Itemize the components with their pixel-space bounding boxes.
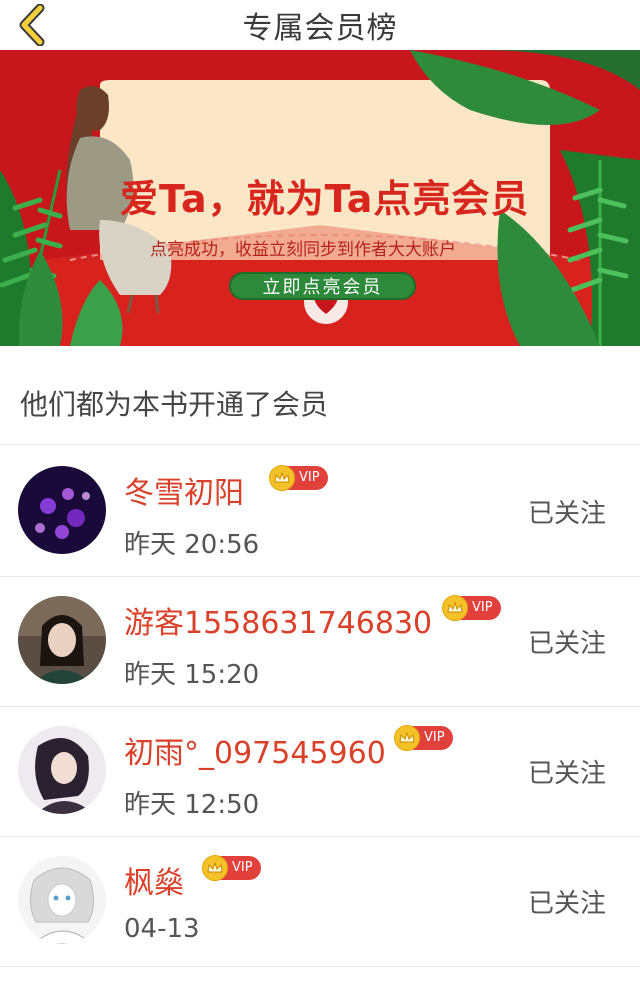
- avatar[interactable]: [18, 466, 106, 554]
- crown-icon: [202, 855, 228, 881]
- follow-status[interactable]: 已关注: [528, 753, 606, 790]
- promo-banner[interactable]: 爱Ta，就为Ta点亮会员 点亮成功，收益立刻同步到作者大大账户 立即点亮会员: [0, 50, 640, 346]
- member-row[interactable]: 游客1558631746830 VIP 昨天 15:20 已关注: [0, 576, 640, 706]
- light-up-vip-button[interactable]: 立即点亮会员: [229, 272, 416, 300]
- follow-status[interactable]: 已关注: [528, 493, 606, 530]
- crown-icon: [442, 595, 468, 621]
- avatar[interactable]: [18, 596, 106, 684]
- vip-badge: VIP: [442, 595, 501, 621]
- avatar[interactable]: [18, 856, 106, 944]
- follow-status[interactable]: 已关注: [528, 883, 606, 920]
- page-title: 专属会员榜: [242, 11, 398, 46]
- vip-badge: VIP: [269, 465, 328, 491]
- crown-icon: [394, 725, 420, 751]
- crown-icon: [269, 465, 295, 491]
- member-time: 昨天 20:56: [124, 530, 260, 560]
- avatar[interactable]: [18, 726, 106, 814]
- divider: [0, 966, 640, 967]
- member-row[interactable]: 初雨°_097545960 VIP 昨天 12:50 已关注: [0, 706, 640, 836]
- divider: [0, 444, 640, 445]
- top-bar: 专属会员榜: [0, 0, 640, 50]
- member-time: 昨天 12:50: [124, 790, 260, 820]
- vip-badge: VIP: [394, 725, 453, 751]
- vip-badge: VIP: [202, 855, 261, 881]
- banner-subtitle: 点亮成功，收益立刻同步到作者大大账户: [150, 240, 456, 260]
- member-row[interactable]: 枫燊 VIP 04-13 已关注: [0, 836, 640, 966]
- member-time: 04-13: [124, 914, 200, 944]
- member-name: 初雨°_097545960: [124, 736, 386, 771]
- member-name: 枫燊: [124, 866, 184, 901]
- member-name: 冬雪初阳: [124, 476, 244, 511]
- chevron-left-icon: [19, 3, 45, 47]
- follow-status[interactable]: 已关注: [528, 623, 606, 660]
- banner-headline: 爱Ta，就为Ta点亮会员: [120, 177, 530, 221]
- member-time: 昨天 15:20: [124, 660, 260, 690]
- member-name: 游客1558631746830: [124, 606, 433, 641]
- section-title: 他们都为本书开通了会员: [20, 388, 329, 421]
- back-button[interactable]: [14, 3, 54, 47]
- member-row[interactable]: 冬雪初阳 VIP 昨天 20:56 已关注: [0, 446, 640, 576]
